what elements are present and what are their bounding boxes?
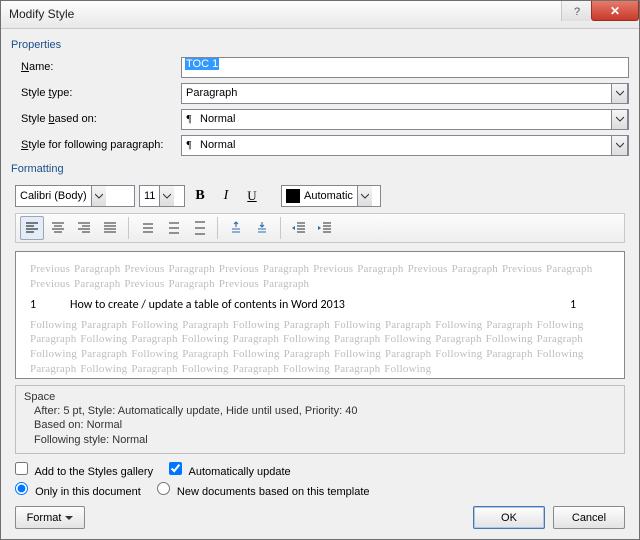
svg-text:?: ? bbox=[574, 6, 580, 17]
underline-button[interactable]: U bbox=[241, 185, 263, 207]
chevron-down-icon bbox=[357, 186, 372, 206]
align-right-button[interactable] bbox=[72, 216, 96, 240]
label-based-on: Style based on: bbox=[11, 113, 181, 125]
color-swatch bbox=[282, 189, 300, 203]
style-preview: Previous Paragraph Previous Paragraph Pr… bbox=[15, 251, 625, 379]
paragraph-mark-icon: ¶ bbox=[182, 113, 196, 125]
titlebar: Modify Style ? ✕ bbox=[1, 1, 639, 29]
align-left-button[interactable] bbox=[20, 216, 44, 240]
line-spacing-1-button[interactable] bbox=[135, 216, 159, 240]
chevron-down-icon bbox=[611, 109, 628, 130]
formatting-heading: Formatting bbox=[11, 163, 629, 175]
preview-sample-line: 1 How to create / update a table of cont… bbox=[30, 298, 610, 312]
separator bbox=[217, 217, 218, 239]
row-name: Name: TOC 1 bbox=[11, 57, 629, 78]
chevron-down-icon bbox=[611, 135, 628, 156]
label-following: Style for following paragraph: bbox=[11, 139, 181, 151]
style-description: Space After: 5 pt, Style: Automatically … bbox=[15, 385, 625, 454]
align-justify-button[interactable] bbox=[98, 216, 122, 240]
label-style-type: Style type: bbox=[11, 87, 181, 99]
chevron-down-icon bbox=[611, 83, 628, 104]
chevron-down-icon bbox=[159, 186, 174, 206]
row-radios: Only in this document New documents base… bbox=[15, 482, 625, 498]
style-type-combo[interactable]: Paragraph bbox=[181, 83, 629, 104]
font-color-combo[interactable]: Automatic bbox=[281, 185, 381, 207]
based-on-combo[interactable]: ¶ Normal bbox=[181, 109, 629, 130]
separator bbox=[128, 217, 129, 239]
row-type: Style type: Paragraph bbox=[11, 83, 629, 104]
separator bbox=[280, 217, 281, 239]
modify-style-dialog: Modify Style ? ✕ Properties Name: TOC 1 … bbox=[0, 0, 640, 540]
font-family-combo[interactable]: Calibri (Body) bbox=[15, 185, 135, 207]
paragraph-toolbar bbox=[15, 213, 625, 243]
line-spacing-15-button[interactable] bbox=[161, 216, 185, 240]
help-button[interactable]: ? bbox=[561, 1, 591, 21]
increase-indent-button[interactable] bbox=[313, 216, 337, 240]
font-size-combo[interactable]: 11 bbox=[139, 185, 185, 207]
chevron-down-icon bbox=[91, 186, 106, 206]
dialog-content: Properties Name: TOC 1 Style type: Parag… bbox=[1, 29, 639, 539]
row-based-on: Style based on: ¶ Normal bbox=[11, 109, 629, 130]
label-name: Name: bbox=[11, 61, 181, 73]
add-to-gallery-checkbox[interactable]: Add to the Styles gallery bbox=[15, 462, 153, 478]
cancel-button[interactable]: Cancel bbox=[553, 506, 625, 529]
only-this-document-radio[interactable]: Only in this document bbox=[15, 482, 141, 498]
following-combo[interactable]: ¶ Normal bbox=[181, 135, 629, 156]
line-spacing-2-button[interactable] bbox=[187, 216, 211, 240]
preview-previous-text: Previous Paragraph Previous Paragraph Pr… bbox=[30, 262, 610, 292]
chevron-down-icon bbox=[65, 514, 73, 522]
name-input[interactable]: TOC 1 bbox=[181, 57, 629, 78]
new-documents-radio[interactable]: New documents based on this template bbox=[157, 482, 370, 498]
preview-following-text: Following Paragraph Following Paragraph … bbox=[30, 318, 610, 377]
bold-button[interactable]: B bbox=[189, 185, 211, 207]
close-button[interactable]: ✕ bbox=[591, 1, 639, 21]
row-checkboxes: Add to the Styles gallery Automatically … bbox=[15, 462, 625, 478]
row-following: Style for following paragraph: ¶ Normal bbox=[11, 135, 629, 156]
window-title: Modify Style bbox=[9, 7, 74, 21]
ok-button[interactable]: OK bbox=[473, 506, 545, 529]
align-center-button[interactable] bbox=[46, 216, 70, 240]
space-before-increase-button[interactable] bbox=[224, 216, 248, 240]
dialog-footer: Format OK Cancel bbox=[11, 506, 629, 529]
italic-button[interactable]: I bbox=[215, 185, 237, 207]
decrease-indent-button[interactable] bbox=[287, 216, 311, 240]
format-button[interactable]: Format bbox=[15, 506, 85, 529]
auto-update-checkbox[interactable]: Automatically update bbox=[169, 462, 291, 478]
window-buttons: ? ✕ bbox=[561, 1, 639, 21]
properties-heading: Properties bbox=[11, 39, 629, 51]
font-toolbar: Calibri (Body) 11 B I U Automatic bbox=[15, 185, 629, 207]
space-before-decrease-button[interactable] bbox=[250, 216, 274, 240]
paragraph-mark-icon: ¶ bbox=[182, 139, 196, 151]
